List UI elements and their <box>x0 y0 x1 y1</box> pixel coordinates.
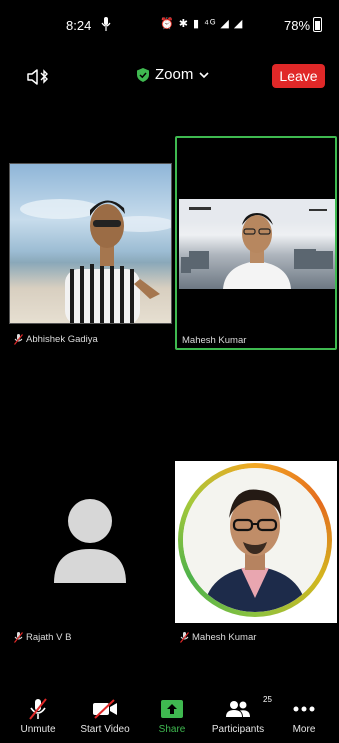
profile-picture-ring <box>178 463 332 617</box>
video-tile-4[interactable] <box>175 461 337 623</box>
battery-percent: 78% <box>284 18 311 33</box>
avatar-placeholder-icon <box>54 499 126 583</box>
share-button[interactable]: Share <box>140 697 204 735</box>
tile-3-label: Rajath V B <box>14 632 71 643</box>
participant-name: Abhishek Gadiya <box>26 334 98 345</box>
mic-muted-icon <box>14 632 23 643</box>
profile-picture <box>183 468 327 612</box>
participant-name: Mahesh Kumar <box>182 335 247 346</box>
mic-muted-icon <box>14 334 23 345</box>
status-time: 8:24 <box>66 18 92 33</box>
participant-name: Rajath V B <box>26 632 72 643</box>
more-button[interactable]: More <box>272 697 336 735</box>
video-tile-2-active-speaker[interactable]: Mahesh Kumar <box>175 136 337 350</box>
tile-4-label: Mahesh Kumar <box>180 632 256 643</box>
speaker-bluetooth-icon[interactable] <box>26 68 52 86</box>
microphone-status-icon <box>101 17 111 31</box>
tile-1-label: Abhishek Gadiya <box>14 334 98 345</box>
mic-off-icon <box>29 698 47 720</box>
participant-video-2 <box>179 199 335 289</box>
more-dots-icon <box>293 706 315 712</box>
status-bar: 8:24 ⏰ ✱ ▮ ⁴ᴳ ◢ ◢ 78% <box>0 0 339 48</box>
participant-name: Mahesh Kumar <box>192 632 257 643</box>
unmute-label: Unmute <box>20 724 56 735</box>
office-video-frame <box>179 199 335 289</box>
status-icons: ⏰ ✱ ▮ ⁴ᴳ ◢ ◢ <box>160 18 244 30</box>
participant-video-1 <box>20 199 171 323</box>
leave-button[interactable]: Leave <box>272 64 325 88</box>
meeting-toolbar: Unmute Start Video Share 25 Participants… <box>0 695 339 743</box>
participants-count-badge: 25 <box>263 695 272 704</box>
participants-label: Participants <box>211 724 265 735</box>
video-off-icon <box>93 699 117 719</box>
chevron-down-icon <box>199 71 209 78</box>
mic-muted-icon <box>180 632 189 643</box>
participants-button[interactable]: 25 Participants <box>206 695 272 735</box>
unmute-button[interactable]: Unmute <box>6 697 70 735</box>
participants-icon <box>226 701 250 717</box>
share-screen-icon <box>161 700 183 718</box>
meeting-title[interactable]: Zoom <box>137 66 209 83</box>
shield-check-icon <box>137 67 149 82</box>
start-video-label: Start Video <box>80 724 130 735</box>
battery-icon <box>313 17 322 32</box>
start-video-button[interactable]: Start Video <box>73 697 137 735</box>
more-label: More <box>292 724 316 735</box>
meeting-title-text: Zoom <box>155 66 194 83</box>
share-label: Share <box>158 724 186 735</box>
tile-2-label: Mahesh Kumar <box>182 335 246 346</box>
video-tile-1[interactable] <box>9 163 172 324</box>
